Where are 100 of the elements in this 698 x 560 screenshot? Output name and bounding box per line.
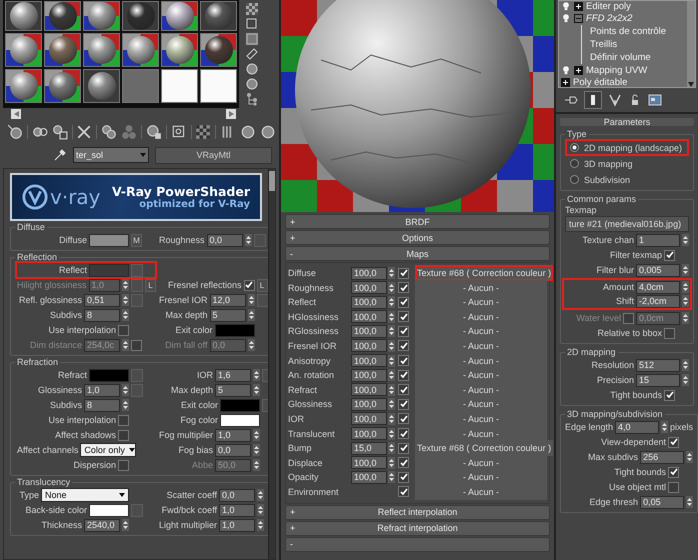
param-label: Filter texmap <box>610 250 662 260</box>
amount-field[interactable]: 100,0 <box>351 296 387 309</box>
toggle-button[interactable]: M <box>131 234 142 246</box>
amount-field[interactable]: 100,0 <box>351 470 387 484</box>
number-field[interactable]: 4,0cm <box>636 280 680 294</box>
param-label: Subdivs <box>50 400 82 410</box>
map-slot-button[interactable]: - Aucun - <box>415 396 547 412</box>
rollout-header[interactable]: - <box>285 536 550 552</box>
number-field[interactable]: -2,0cm <box>636 294 680 308</box>
radio-label: 2D mapping (landscape) <box>584 142 682 152</box>
dropdown[interactable]: Color only <box>80 443 136 457</box>
param-label: Light multiplier <box>159 520 218 530</box>
amount-field[interactable]: 100,0 <box>351 281 387 294</box>
number-field[interactable]: 0,05 <box>640 496 684 508</box>
map-slot-button[interactable]: - Aucun - <box>415 484 547 500</box>
material-name-field[interactable]: ter_sol <box>73 147 149 163</box>
dropdown[interactable]: None <box>41 488 129 502</box>
group-title: Common params <box>566 194 638 204</box>
stack-item[interactable]: Mapping UVW <box>586 65 648 76</box>
toggle-button[interactable]: L <box>256 278 268 292</box>
group-title: Reflection <box>16 252 58 262</box>
stack-item[interactable]: Editer poly <box>586 1 631 12</box>
map-slot-button[interactable]: - Aucun - <box>415 338 547 354</box>
number-field[interactable]: 1,0 <box>219 504 256 516</box>
material-type-button[interactable]: VRayMtl <box>155 146 272 164</box>
amount-field[interactable]: 100,0 <box>351 383 387 396</box>
group-title: Translucency <box>16 477 72 487</box>
map-slot-button[interactable]: - Aucun - <box>415 410 547 427</box>
param-label: Edge length <box>565 422 614 432</box>
param-label: Subdivs <box>50 310 82 320</box>
map-label: Diffuse <box>288 268 317 278</box>
amount-field[interactable]: 100,0 <box>351 456 387 470</box>
param-label: Fog multiplier <box>159 430 214 440</box>
map-slot-button[interactable]: - Aucun - <box>415 294 547 310</box>
amount-field[interactable]: 100,0 <box>351 310 387 324</box>
amount-field[interactable]: 100,0 <box>351 368 387 382</box>
number-field[interactable]: 12,0 <box>210 294 246 306</box>
param-label: Thickness <box>41 520 82 530</box>
number-field[interactable]: 256 <box>640 450 684 464</box>
param-label: Precision <box>596 375 634 385</box>
rollout-header[interactable]: + BRDF <box>285 214 550 229</box>
number-field[interactable]: 0,005 <box>636 264 680 276</box>
map-label: Displace <box>288 458 324 468</box>
param-label: IOR <box>197 370 214 380</box>
amount-field[interactable]: 100,0 <box>351 266 387 280</box>
number-field[interactable]: 5 <box>215 384 252 396</box>
number-field[interactable]: 0,0 <box>219 488 256 502</box>
number-field[interactable]: 8 <box>84 308 120 322</box>
param-label: View-dependent <box>601 437 666 447</box>
number-field[interactable]: 512 <box>636 358 680 372</box>
number-field[interactable]: 1 <box>636 234 680 246</box>
amount-field[interactable]: 100,0 <box>351 324 387 338</box>
radio-label: 3D mapping <box>584 158 633 168</box>
param-label: Affect shadows <box>55 430 116 440</box>
amount-field[interactable]: 100,0 <box>351 339 387 352</box>
texmap-button[interactable]: ture #21 (medieval016b.jpg) <box>565 216 689 232</box>
number-field[interactable]: 0,51 <box>84 294 120 306</box>
map-slot-button[interactable]: Texture #68 ( Correction couleur ) <box>415 440 554 456</box>
stack-item[interactable]: Poly éditable <box>573 77 628 87</box>
map-slot-button[interactable]: - Aucun - <box>415 323 547 340</box>
rollout-header[interactable]: Parameters <box>560 118 694 126</box>
number-field[interactable]: 1,6 <box>215 368 252 382</box>
amount-field[interactable]: 100,0 <box>351 412 387 426</box>
param-label: Tight bounds <box>614 467 666 477</box>
param-label: Back-side color <box>25 505 87 515</box>
number-field[interactable]: 4,0 <box>615 420 660 434</box>
map-label: Fresnel IOR <box>288 340 338 351</box>
param-label: Dim fall off <box>165 340 208 350</box>
rollout-header[interactable]: + Refract interpolation <box>285 520 550 536</box>
unit-label: pixels <box>670 422 694 432</box>
param-label: Use interpolation <box>48 415 116 425</box>
amount-field[interactable]: 100,0 <box>351 354 387 368</box>
number-field[interactable]: 0,0 <box>206 234 243 246</box>
number-field[interactable]: 2540,0 <box>84 518 120 532</box>
map-slot-button[interactable]: Texture #68 ( Correction couleur ) <box>415 265 554 281</box>
amount-field[interactable]: 15,0 <box>351 442 387 455</box>
number-field[interactable]: 1,0 <box>215 428 252 442</box>
group-title: Type <box>566 129 588 139</box>
number-field[interactable]: 15 <box>636 374 680 386</box>
param-label: Texmap <box>565 205 598 215</box>
stack-sub-item[interactable]: Points de contrôle <box>590 26 666 37</box>
number-field[interactable]: 1,0 <box>84 384 120 396</box>
rollout-header[interactable]: - Maps <box>285 246 550 261</box>
number-field[interactable]: 1,0 <box>219 518 256 532</box>
stack-sub-item[interactable]: Treillis <box>590 39 618 50</box>
rollout-header[interactable]: + Reflect interpolation <box>285 504 550 520</box>
param-label: Affect channels <box>17 445 78 455</box>
number-field[interactable]: 0,0 <box>215 444 252 456</box>
param-label: Relative to bbox <box>597 328 662 338</box>
stack-sub-item[interactable]: Définir volume <box>590 52 651 63</box>
rollout-header[interactable]: + Options <box>285 230 550 245</box>
param-label: Texture chan <box>582 235 634 245</box>
amount-field[interactable]: 100,0 <box>351 427 387 440</box>
map-slot-button[interactable]: - Aucun - <box>415 469 547 486</box>
number-field[interactable]: 5 <box>210 308 246 322</box>
amount-field[interactable]: 100,0 <box>351 398 387 411</box>
param-label: Shift <box>616 296 634 306</box>
number-field[interactable]: 8 <box>84 398 120 412</box>
map-slot-button[interactable]: - Aucun - <box>415 367 547 384</box>
param-label: Tight bounds <box>610 390 662 400</box>
